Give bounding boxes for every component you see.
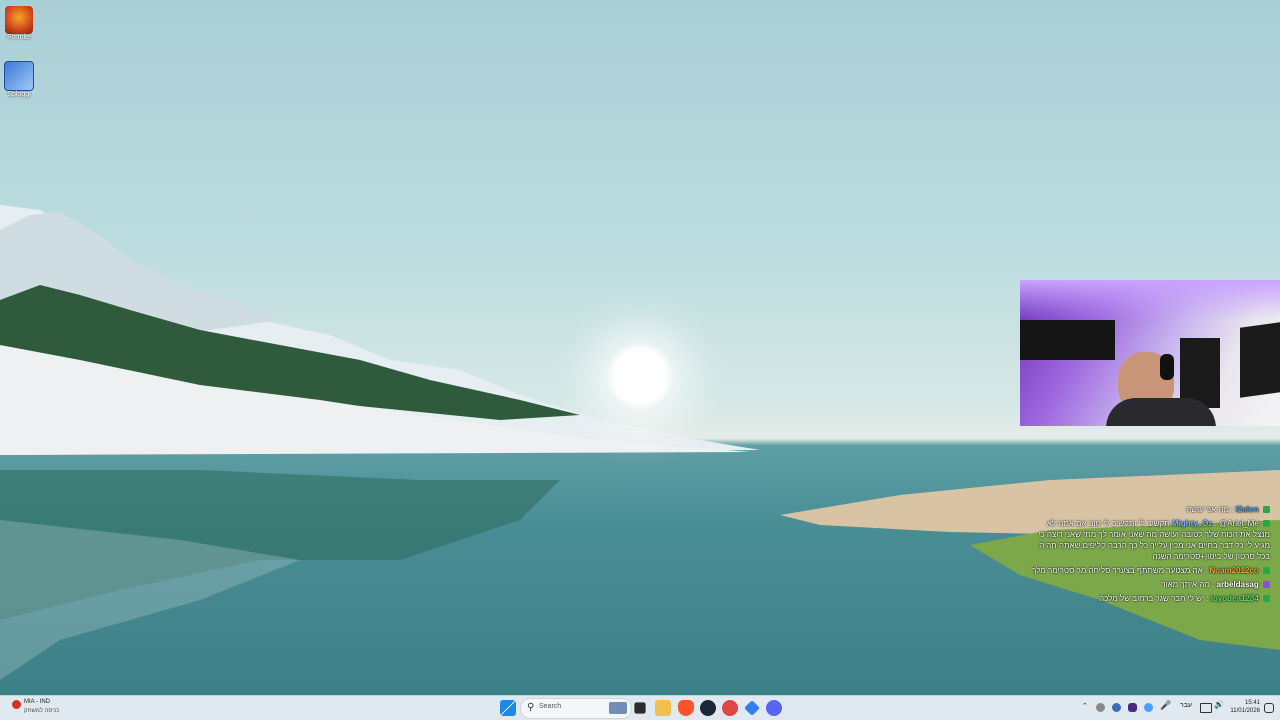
- desktop-icon-label: Sploggi: [7, 91, 31, 98]
- chat-message: loyodea1234 : יש לי חבר שגר ברחוב של מלכ…: [1030, 593, 1270, 604]
- webcam-overlay: [1020, 280, 1280, 426]
- fortnite-icon: [5, 6, 33, 34]
- clock-time: 15:41: [1244, 700, 1260, 706]
- search-placeholder: Search: [539, 703, 562, 710]
- tray-icon[interactable]: [1144, 703, 1153, 712]
- badge-icon: [1263, 581, 1270, 589]
- file-explorer-icon[interactable]: [655, 700, 671, 716]
- taskbar: MIA - IND כניסה למשחק ⚲ Search ⌃ 🎤 עבר 🔊…: [0, 695, 1280, 720]
- headset: [1160, 354, 1174, 380]
- weather-subtitle: כניסה למשחק: [24, 708, 60, 714]
- chat-message: l2alon : מה אני עושה: [1030, 504, 1270, 515]
- monitor-icon[interactable]: [1200, 703, 1212, 713]
- sun: [606, 342, 674, 410]
- tray-icon[interactable]: [1096, 703, 1105, 712]
- app-icon[interactable]: [722, 700, 738, 716]
- chat-username: Noam2012co: [1209, 566, 1259, 575]
- chat-text: מה אני עושה: [1186, 505, 1229, 514]
- chat-message: arbeldasag : מה איתך מאור: [1030, 579, 1270, 590]
- badge-icon: [1263, 520, 1270, 528]
- tray-icon[interactable]: [1112, 703, 1121, 712]
- notification-badge-icon: [12, 700, 21, 709]
- desktop-icon-label: Fortnite: [7, 34, 31, 41]
- task-view-icon[interactable]: [634, 702, 646, 714]
- chat-text: מה איתך מאור: [1161, 580, 1210, 589]
- chat-username: arbeldasag: [1216, 580, 1259, 589]
- badge-icon: [1263, 595, 1270, 603]
- search-icon: ⚲: [527, 702, 535, 713]
- badge-icon: [1263, 567, 1270, 575]
- desktop-wallpaper: Fortnite Sploggi l2alon : מה אני עושה Mi…: [0, 0, 1280, 696]
- streamer-body: [1106, 398, 1216, 426]
- chevron-up-icon[interactable]: ⌃: [1082, 702, 1088, 710]
- desktop-icon-fortnite[interactable]: Fortnite: [2, 6, 36, 41]
- search-highlight-icon: [609, 702, 627, 714]
- steam-icon[interactable]: [700, 700, 716, 716]
- chat-message: Noam2012co : אה מצטער משתתף בצערך סליחה …: [1030, 565, 1270, 576]
- chat-username: l2alon: [1235, 505, 1259, 514]
- weather-title: MIA - IND: [24, 699, 51, 705]
- microphone-icon[interactable]: 🎤: [1160, 700, 1171, 711]
- acoustic-panel: [1240, 322, 1280, 398]
- app-icon: [4, 61, 34, 91]
- app-icon[interactable]: [744, 700, 760, 716]
- tray-icon[interactable]: [1128, 703, 1137, 712]
- discord-icon[interactable]: [766, 700, 782, 716]
- studio-light: [1020, 280, 1280, 320]
- chat-username: Mighty_Oz: [1171, 519, 1213, 528]
- stream-chat: l2alon : מה אני עושה Mighty_Oz : @Ariel_…: [1030, 504, 1270, 607]
- language-indicator[interactable]: עבר: [1180, 702, 1192, 709]
- search-box[interactable]: ⚲ Search: [520, 698, 632, 719]
- clock-date: 11/01/2026: [1230, 708, 1260, 714]
- speaker-icon[interactable]: 🔊: [1214, 700, 1224, 709]
- chat-message: Mighty_Oz : @Ariel_Me תקשיב לי ותקשיב לי…: [1038, 519, 1270, 561]
- chat-text: אה מצטער משתתף בצערך סליחה מר סטרימר מלך: [1031, 566, 1203, 575]
- chat-username: loyodea1234: [1210, 594, 1259, 603]
- badge-icon: [1263, 506, 1270, 514]
- weather-widget[interactable]: MIA - IND כניסה למשחק: [12, 699, 82, 717]
- brave-browser-icon[interactable]: [678, 700, 694, 716]
- notification-icon[interactable]: [1264, 703, 1274, 713]
- clock[interactable]: 15:41 11/01/2026: [1226, 699, 1260, 715]
- acoustic-panel: [1020, 320, 1115, 360]
- chat-text: יש לי חבר שגר ברחוב של מלכה: [1099, 594, 1205, 603]
- desktop-icon-sploggi[interactable]: Sploggi: [2, 61, 36, 98]
- chat-text: @Ariel_Me תקשיב לי ותקשיב לי טוב אם אתה …: [1038, 519, 1270, 561]
- start-button[interactable]: [500, 700, 516, 716]
